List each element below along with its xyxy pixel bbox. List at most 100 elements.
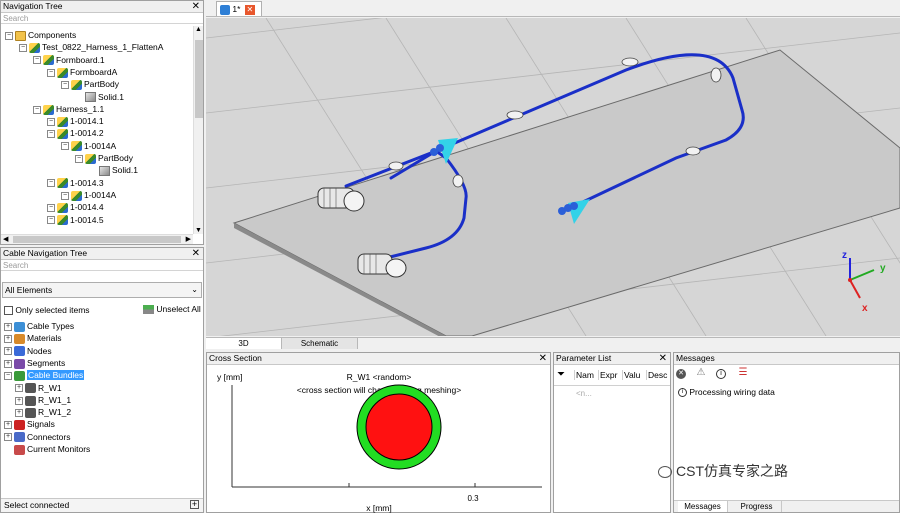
nav-tree-item-label: 1-0014.3 <box>70 177 104 188</box>
nav-tree-item[interactable]: − PartBody <box>61 78 119 90</box>
connector-1[interactable] <box>317 187 365 212</box>
nav-tree-item[interactable]: − FormboardA <box>47 66 117 78</box>
checkbox-icon[interactable] <box>4 306 13 316</box>
3d-viewport[interactable]: z y x <box>206 18 900 336</box>
nav-tree-item[interactable]: − Formboard.1 <box>33 54 105 66</box>
document-tab[interactable]: 1* ✕ <box>216 1 262 16</box>
nav-tree-item[interactable]: − PartBody <box>75 152 133 164</box>
nav-tree-item-label: Components <box>28 30 77 40</box>
close-icon[interactable]: ✕ <box>192 1 200 12</box>
expand-collapse-icon[interactable]: + <box>4 359 12 368</box>
navigation-vertical-scrollbar[interactable]: ▲ ▼ <box>193 26 203 234</box>
expand-collapse-icon[interactable]: + <box>4 421 12 430</box>
expand-collapse-icon[interactable]: − <box>47 179 55 188</box>
scroll-up-icon[interactable]: ▲ <box>195 26 202 33</box>
close-icon[interactable]: ✕ <box>192 248 200 259</box>
expand-collapse-icon[interactable]: + <box>15 408 23 417</box>
expand-collapse-icon[interactable]: − <box>61 142 69 151</box>
scroll-down-icon[interactable]: ▼ <box>195 227 202 234</box>
nav-tree-item[interactable]: − Components <box>5 29 76 41</box>
error-icon[interactable]: ✕ <box>676 369 686 379</box>
filter-icon[interactable]: ⏷ <box>557 369 565 380</box>
info-icon[interactable]: i <box>716 369 726 379</box>
cable-tree-item-label: R_W1 <box>38 382 62 393</box>
navigation-search-input[interactable]: Search <box>1 13 203 24</box>
expand-collapse-icon[interactable]: − <box>61 80 69 89</box>
cable-tree-item-label: Materials <box>27 333 62 344</box>
scroll-left-icon[interactable]: ◀ <box>3 235 8 243</box>
nav-tree-item[interactable]: − 1-0014.3 <box>47 177 104 189</box>
nav-tree-item[interactable]: − Test_0822_Harness_1_FlattenA <box>19 41 163 54</box>
nav-tree-item[interactable]: Solid.1 <box>89 164 138 177</box>
scroll-thumb[interactable] <box>195 40 203 118</box>
expand-collapse-icon[interactable]: + <box>15 396 23 405</box>
cable-tree-item[interactable]: + R_W1 <box>15 382 62 394</box>
cable-tree-item[interactable]: + Cable Types <box>4 320 74 332</box>
warning-icon[interactable]: ⚠ <box>697 367 706 378</box>
parameter-column-header[interactable]: Expr <box>598 370 622 380</box>
nav-tree-item[interactable]: − 1-0014.4 <box>47 201 104 213</box>
cable-tree-item[interactable]: Current Monitors <box>4 443 90 455</box>
cable-tree-item[interactable]: − Cable Bundles <box>4 369 85 381</box>
parameter-column-header[interactable]: Valu <box>622 370 646 380</box>
expand-collapse-icon[interactable]: − <box>75 154 83 163</box>
nav-tree-item[interactable]: − Harness_1.1 <box>33 103 104 115</box>
cable-tree-item[interactable]: + R_W1_1 <box>15 394 71 406</box>
expand-collapse-icon[interactable]: − <box>47 203 55 212</box>
nav-tree-item[interactable]: Solid.1 <box>75 91 124 103</box>
expand-collapse-icon[interactable]: + <box>4 335 12 344</box>
nav-tree-item[interactable]: − 1-0014.5 <box>47 214 104 226</box>
cable-tree-item[interactable]: + Nodes <box>4 345 52 357</box>
cable-tree-item[interactable]: + Signals <box>4 418 55 431</box>
expand-collapse-icon[interactable]: − <box>33 56 41 65</box>
parameter-column-header[interactable]: Nam <box>574 370 598 380</box>
tab-close-icon[interactable]: ✕ <box>244 4 255 15</box>
cable-tree-item[interactable]: + Materials <box>4 332 62 345</box>
expand-collapse-icon[interactable] <box>75 93 83 101</box>
expand-collapse-icon[interactable]: + <box>15 384 23 393</box>
element-filter-select[interactable]: All Elements ⌄ <box>2 282 202 298</box>
expand-collapse-icon[interactable] <box>4 445 12 454</box>
view-tab-1[interactable]: Schematic <box>282 338 358 349</box>
expand-collapse-icon[interactable]: + <box>4 347 12 356</box>
clear-messages-icon[interactable]: ☰ <box>739 367 748 378</box>
navigation-horizontal-scrollbar[interactable]: ◀ ▶ <box>1 234 193 244</box>
plus-icon[interactable]: + <box>190 500 199 509</box>
expand-collapse-icon[interactable]: − <box>33 105 41 114</box>
expand-collapse-icon[interactable]: − <box>5 31 13 40</box>
close-icon[interactable]: ✕ <box>539 353 547 364</box>
unselect-all-button[interactable]: Unselect All <box>143 304 201 315</box>
expand-collapse-icon[interactable]: − <box>19 44 27 53</box>
expand-collapse-icon[interactable]: + <box>4 322 12 331</box>
3d-scene[interactable]: z y x <box>206 18 900 336</box>
solid-icon <box>85 92 96 103</box>
select-connected-bar[interactable]: Select connected + <box>1 498 203 512</box>
axis-x-label: x <box>862 303 868 314</box>
expand-collapse-icon[interactable]: − <box>47 216 55 225</box>
nav-tree-item[interactable]: − 1-0014A <box>61 140 116 152</box>
parameter-placeholder[interactable]: <n... <box>576 389 592 398</box>
h-scroll-thumb[interactable] <box>13 236 181 243</box>
cable-tree-list: + Cable Types + Materials + Nodes + Segments − Ca… <box>1 320 205 460</box>
cable-tree-item[interactable]: + Connectors <box>4 431 70 443</box>
messages-tab-0[interactable]: Messages <box>678 501 728 512</box>
nav-tree-item[interactable]: − 1-0014.1 <box>47 115 104 127</box>
expand-collapse-icon[interactable]: − <box>47 130 55 139</box>
expand-collapse-icon[interactable] <box>89 167 97 175</box>
expand-collapse-icon[interactable]: + <box>4 433 12 442</box>
scroll-right-icon[interactable]: ▶ <box>186 235 191 243</box>
expand-collapse-icon[interactable]: − <box>47 117 55 126</box>
expand-collapse-icon[interactable]: − <box>4 371 12 380</box>
view-tab-0[interactable]: 3D <box>206 338 282 349</box>
parameter-column-header[interactable]: Desc <box>646 370 670 380</box>
expand-collapse-icon[interactable]: − <box>61 191 69 200</box>
cable-search-input[interactable]: Search <box>1 260 203 271</box>
close-icon[interactable]: ✕ <box>659 353 667 364</box>
expand-collapse-icon[interactable]: − <box>47 68 55 77</box>
messages-tab-1[interactable]: Progress <box>732 501 782 512</box>
cable-tree-item[interactable]: + R_W1_2 <box>15 406 71 418</box>
cable-tree-item[interactable]: + Segments <box>4 357 65 369</box>
nav-tree-item[interactable]: − 1-0014A <box>61 189 116 201</box>
nav-tree-item[interactable]: − 1-0014.2 <box>47 127 104 140</box>
only-selected-checkbox[interactable]: Only selected items <box>4 305 90 316</box>
